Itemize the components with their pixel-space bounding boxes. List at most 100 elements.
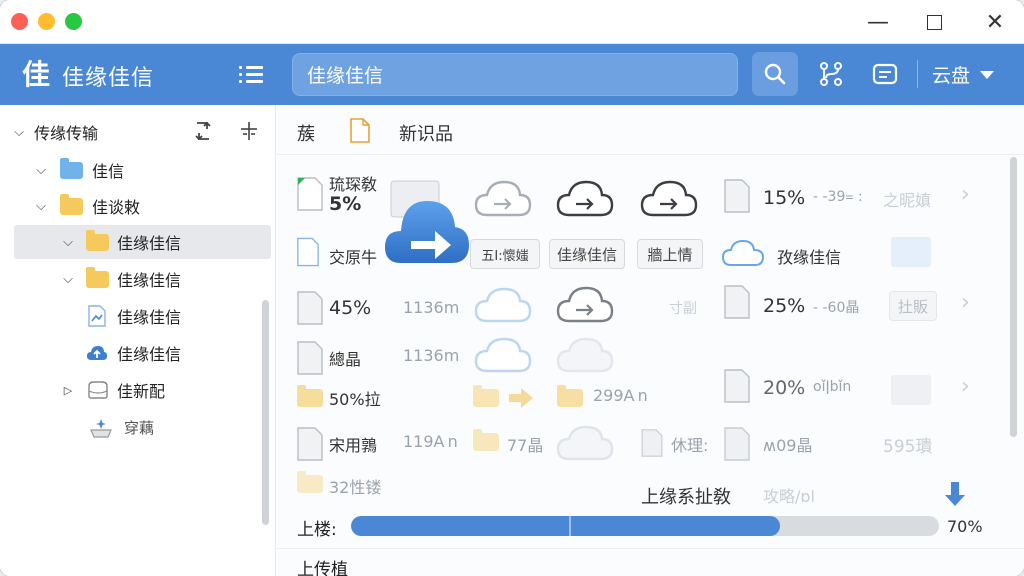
- content-scrollbar[interactable]: [1010, 157, 1017, 437]
- split-icon[interactable]: [237, 119, 261, 143]
- cloud-upload-badge-icon: [385, 201, 469, 263]
- file-name[interactable]: 總晶: [329, 346, 361, 370]
- sidebar-item-jiayuan[interactable]: ⌵ 佳缘佳信: [0, 262, 272, 296]
- document-icon[interactable]: [297, 427, 323, 461]
- chevron-right-icon[interactable]: ›: [961, 376, 975, 398]
- search-button[interactable]: [752, 52, 798, 96]
- cloud-upload-icon: [87, 346, 107, 360]
- document-icon[interactable]: [724, 285, 750, 319]
- cloud-upload-icon[interactable]: [555, 177, 615, 221]
- breadcrumb-item[interactable]: 新识品: [399, 120, 453, 146]
- file-tag[interactable]: 佳缘佳信: [549, 239, 625, 269]
- chevron-right-icon[interactable]: ›: [961, 292, 975, 314]
- file-progress: 15%: [763, 187, 806, 209]
- folder-icon: [60, 194, 83, 215]
- sidebar-item-image-file[interactable]: 佳缘佳信: [0, 299, 272, 333]
- file-size: 1136m: [403, 298, 460, 317]
- title-bar: — ✕: [0, 0, 1024, 44]
- sidebar-item-label: 佳缘佳信: [117, 345, 182, 364]
- chevron-down-icon: ⌵: [36, 198, 46, 214]
- download-arrow-icon[interactable]: [944, 480, 966, 508]
- sidebar-item-jiatan[interactable]: ⌵ 佳谈敕: [0, 189, 272, 223]
- message-icon[interactable]: [870, 58, 900, 90]
- file-progress: 25%: [763, 295, 806, 317]
- cloud-upload-icon[interactable]: [555, 283, 615, 327]
- upload-progress-bar: [351, 516, 939, 536]
- breadcrumb-item[interactable]: 蔟: [297, 120, 315, 146]
- sidebar-item-label: 佳信: [92, 162, 125, 181]
- document-icon[interactable]: [724, 179, 750, 213]
- close-traffic-light[interactable]: [11, 13, 28, 30]
- search-input[interactable]: [293, 54, 737, 95]
- folder-icon[interactable]: [473, 385, 499, 407]
- minimize-button[interactable]: —: [858, 6, 898, 38]
- document-icon[interactable]: [297, 341, 323, 375]
- document-icon[interactable]: [297, 177, 323, 211]
- chevron-right-icon[interactable]: ›: [961, 184, 975, 206]
- sidebar: ⌵ 传缘传输 ⌵ 佳信 ⌵ 佳谈敕 ⌵ 佳缘佳信 ⌵ 佳缘佳信 佳缘佳信 佳缘佳…: [0, 105, 276, 576]
- sidebar-scrollbar[interactable]: [262, 300, 269, 525]
- minimize-traffic-light[interactable]: [38, 13, 55, 30]
- file-tag[interactable]: 五I:懷媸: [470, 239, 540, 269]
- file-meta: - -60晶: [813, 300, 860, 316]
- sidebar-item-transfer[interactable]: ⌵ 传缘传输: [0, 115, 272, 149]
- zoom-traffic-light[interactable]: [65, 13, 82, 30]
- close-icon: ✕: [985, 9, 1005, 35]
- file-name: 之昵嫃: [883, 191, 932, 210]
- search-box[interactable]: [292, 53, 738, 96]
- breadcrumb: 蔟 新识品: [277, 105, 1024, 155]
- sidebar-item-tray[interactable]: 穿藕: [0, 410, 272, 444]
- file-meta: - -39᐀ :: [813, 189, 863, 205]
- document-icon[interactable]: [724, 369, 750, 403]
- image-file-icon: [88, 305, 106, 327]
- sidebar-item-label: 佳缘佳信: [117, 308, 182, 327]
- cloud-drive-label: 云盘: [932, 65, 971, 87]
- cloud-icon: [556, 337, 614, 373]
- folder-icon[interactable]: [473, 429, 499, 451]
- upload-panel: 上缘系扯敎 上楼: 70% 上传植: [277, 470, 1024, 576]
- app-header: 佳 佳缘佳信 云盘: [0, 44, 1024, 105]
- close-button[interactable]: ✕: [975, 6, 1015, 38]
- arrow-right-icon: [509, 388, 533, 408]
- cloud-icon: [556, 425, 614, 461]
- folder-icon[interactable]: [557, 385, 583, 407]
- file-type: 休理:: [671, 436, 709, 455]
- document-icon[interactable]: [641, 429, 663, 457]
- document-icon[interactable]: [297, 291, 323, 325]
- cloud-drive-menu[interactable]: 云盘: [932, 61, 995, 88]
- document-icon[interactable]: [297, 237, 319, 267]
- file-name[interactable]: 50%拉: [329, 386, 381, 410]
- file-tag[interactable]: 扗販: [889, 291, 937, 321]
- header-divider: [917, 60, 918, 88]
- file-size: 595璝: [883, 437, 933, 457]
- maximize-button[interactable]: [914, 6, 954, 38]
- upload-progress-percent: 70%: [947, 517, 983, 536]
- upload-label: 上楼:: [297, 520, 337, 540]
- file-browser: 蔟 新识品 琉琛敎 5% 15% - -39᐀ : 之昵嫃 › 交原牛 五I:懷…: [277, 105, 1024, 576]
- sidebar-item-jiaxin[interactable]: ⌵ 佳信: [0, 153, 272, 187]
- sidebar-item-new[interactable]: ▷ 佳新配: [0, 373, 272, 407]
- file-name[interactable]: 宋用鶉: [329, 432, 377, 456]
- chevron-down-icon: ⌵: [63, 271, 73, 287]
- pinwheel-icon[interactable]: [816, 58, 846, 90]
- sidebar-item-label: 佳谈敕: [92, 198, 141, 217]
- file-size: 299A n: [593, 386, 648, 405]
- document-icon[interactable]: [724, 427, 750, 461]
- cloud-icon: [474, 287, 532, 323]
- file-name[interactable]: 交原牛: [329, 244, 377, 268]
- menu-list-icon[interactable]: [239, 64, 263, 84]
- folder-icon: [86, 230, 109, 251]
- sync-icon[interactable]: [191, 119, 215, 143]
- cloud-upload-icon[interactable]: [473, 177, 533, 221]
- cloud-icon: [721, 239, 765, 266]
- divider: [277, 548, 1024, 549]
- sidebar-item-label: 穿藕: [124, 418, 155, 437]
- file-name[interactable]: 孜缘佳信: [777, 244, 841, 268]
- file-name[interactable]: 琉琛敎: [329, 171, 377, 195]
- sidebar-item-jiayuan-selected[interactable]: ⌵ 佳缘佳信: [14, 225, 271, 259]
- document-icon: [350, 118, 370, 143]
- file-tag[interactable]: 牆上情: [637, 239, 703, 269]
- sidebar-item-cloud-upload[interactable]: 佳缘佳信: [0, 336, 272, 370]
- folder-icon[interactable]: [297, 385, 323, 407]
- cloud-upload-icon[interactable]: [639, 177, 699, 221]
